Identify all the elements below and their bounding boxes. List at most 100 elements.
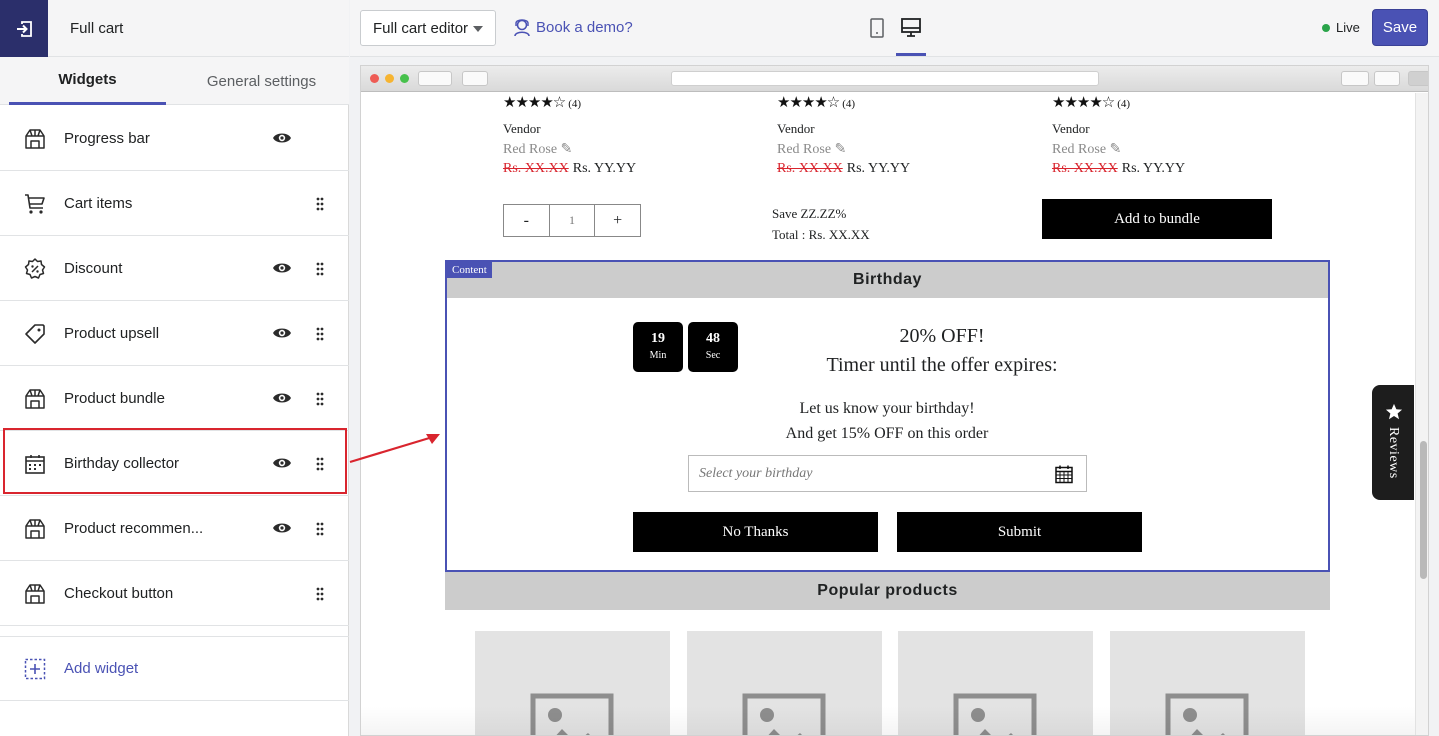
top-bar: Full cart editor Book a demo? Live Save <box>350 0 1439 57</box>
maximize-dot-icon <box>400 74 409 83</box>
widget-label: Birthday collector <box>64 455 180 472</box>
preview-frame: ★★★★☆ (4) Vendor Red Rose ✎ Rs. XX.XX Rs. … <box>360 65 1429 736</box>
editor-select-value: Full cart editor <box>373 19 469 37</box>
widget-row-cart-items[interactable]: Cart items <box>0 171 349 236</box>
eye-icon[interactable] <box>272 520 292 536</box>
desktop-view-icon[interactable] <box>899 16 923 40</box>
drag-handle-icon[interactable] <box>314 260 326 278</box>
pencil-icon[interactable]: ✎ <box>1110 142 1122 157</box>
annotation-arrow <box>349 434 440 464</box>
live-dot-icon <box>1322 23 1330 32</box>
product-name: Red Rose ✎ <box>777 141 846 158</box>
back-forward-icon <box>418 71 452 86</box>
drag-handle-icon[interactable] <box>314 520 326 538</box>
widget-row-product-upsell[interactable]: Product upsell <box>0 301 349 366</box>
birthday-message-line-1: Let us know your birthday! <box>799 400 975 417</box>
product-name: Red Rose ✎ <box>1052 141 1121 158</box>
offer-line-2: Timer until the offer expires: <box>826 354 1058 376</box>
drag-handle-icon[interactable] <box>314 455 326 473</box>
rating-count: (4) <box>1117 98 1131 110</box>
timer-seconds-unit: Sec <box>705 350 721 361</box>
calendar-icon[interactable] <box>1054 464 1074 484</box>
eye-icon[interactable] <box>272 325 292 341</box>
quantity-stepper: - 1 + <box>503 204 641 237</box>
product-card: ★★★★☆ (4) Vendor Red Rose ✎ Rs. XX.XX Rs. … <box>777 93 910 176</box>
panel-header: Full cart <box>0 0 349 57</box>
book-demo-link[interactable]: Book a demo? <box>512 17 633 37</box>
mobile-view-icon[interactable] <box>865 16 889 40</box>
birthday-input-placeholder: Select your birthday <box>699 465 813 481</box>
qty-minus-button[interactable]: - <box>504 205 549 236</box>
timer-seconds: 48 Sec <box>688 322 738 372</box>
content-tag: Content <box>447 262 492 278</box>
widget-row-discount[interactable]: Discount <box>0 236 349 301</box>
widget-row-birthday-collector[interactable]: Birthday collector <box>0 431 349 496</box>
old-price: Rs. XX.XX <box>777 161 843 176</box>
reviews-tab[interactable]: Reviews <box>1372 385 1414 500</box>
vendor: Vendor <box>503 121 541 136</box>
widget-row-product-bundle[interactable]: Product bundle <box>0 366 349 431</box>
birthday-widget[interactable]: Content Birthday 19 Min 48 Sec 20% OFF! … <box>445 260 1330 572</box>
cart-icon <box>25 194 45 214</box>
add-widget-button[interactable]: Add widget <box>0 636 349 701</box>
birthday-heading: Birthday <box>447 262 1328 298</box>
exit-button[interactable] <box>0 0 48 57</box>
status-label: Live <box>1336 20 1360 35</box>
scrollbar-thumb[interactable] <box>1420 441 1427 579</box>
eye-icon[interactable] <box>272 130 292 146</box>
eye-icon[interactable] <box>272 390 292 406</box>
widget-label: Discount <box>64 260 123 277</box>
editor-select[interactable]: Full cart editor <box>360 10 496 46</box>
rating-stars: ★★★★☆ (4) <box>503 95 582 111</box>
widget-row-progress-bar[interactable]: Progress bar <box>0 106 349 171</box>
drag-handle-icon[interactable] <box>314 390 326 408</box>
birthday-message-line-2: And get 15% OFF on this order <box>785 425 989 442</box>
widget-row-product-recommendations[interactable]: Product recommen... <box>0 496 349 561</box>
tab-widgets[interactable]: Widgets <box>9 57 166 105</box>
qty-plus-button[interactable]: + <box>595 205 640 236</box>
pencil-icon[interactable]: ✎ <box>835 142 847 157</box>
qty-value[interactable]: 1 <box>548 205 596 236</box>
url-bar <box>671 71 1099 86</box>
widget-label: Progress bar <box>64 130 150 147</box>
product-name-text: Red Rose <box>1052 142 1107 157</box>
pencil-icon[interactable]: ✎ <box>561 142 573 157</box>
birthday-date-input[interactable]: Select your birthday <box>688 455 1087 492</box>
product-name: Red Rose ✎ <box>503 141 572 158</box>
save-line: Save ZZ.ZZ% <box>772 206 847 221</box>
timer-minutes-unit: Min <box>649 350 667 361</box>
eye-icon[interactable] <box>272 455 292 471</box>
birthday-message: Let us know your birthday! And get 15% O… <box>687 396 1087 446</box>
drag-handle-icon[interactable] <box>314 585 326 603</box>
support-agent-icon <box>514 19 530 37</box>
rating-count: (4) <box>568 98 582 110</box>
widget-label: Product bundle <box>64 390 165 407</box>
drag-handle-icon[interactable] <box>314 325 326 343</box>
status-badge: Live <box>1322 20 1360 35</box>
no-thanks-button[interactable]: No Thanks <box>633 512 878 552</box>
widget-label: Product upsell <box>64 325 160 342</box>
active-device-indicator <box>896 53 926 56</box>
widget-label: Product recommen... <box>64 520 204 537</box>
rating-count: (4) <box>842 98 856 110</box>
scrollbar[interactable] <box>1415 93 1428 735</box>
submit-button[interactable]: Submit <box>897 512 1142 552</box>
star-icon <box>1385 403 1403 420</box>
close-dot-icon <box>370 74 379 83</box>
browser-chrome <box>361 66 1428 92</box>
add-to-bundle-button[interactable]: Add to bundle <box>1042 199 1272 239</box>
tab-general-settings[interactable]: General settings <box>183 57 340 105</box>
old-price: Rs. XX.XX <box>503 161 569 176</box>
widget-row-checkout-button[interactable]: Checkout button <box>0 561 349 626</box>
eye-icon[interactable] <box>272 260 292 276</box>
drag-handle-icon[interactable] <box>314 195 326 213</box>
store-icon <box>25 389 45 409</box>
store-icon <box>25 129 45 149</box>
old-price: Rs. XX.XX <box>1052 161 1118 176</box>
exit-icon <box>17 20 32 37</box>
widget-label: Checkout button <box>64 585 174 602</box>
caret-down-icon <box>473 26 483 32</box>
store-icon <box>25 519 45 539</box>
add-widget-label: Add widget <box>64 660 139 677</box>
save-button[interactable]: Save <box>1372 9 1428 46</box>
